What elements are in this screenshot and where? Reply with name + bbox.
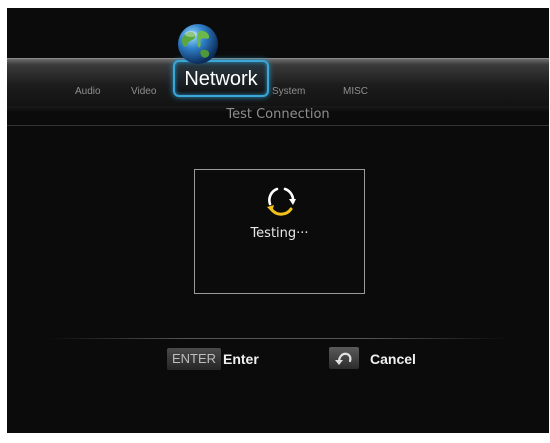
test-connection-dialog: Testing··· bbox=[194, 169, 365, 294]
tab-system[interactable]: System bbox=[272, 86, 305, 97]
tab-audio[interactable]: Audio bbox=[75, 86, 101, 97]
settings-screen: Audio Video Network System MISC Test Con… bbox=[7, 8, 549, 433]
footer-divider bbox=[47, 338, 507, 339]
return-arrow-icon bbox=[335, 352, 352, 365]
status-text: Testing··· bbox=[250, 226, 309, 241]
enter-action-label[interactable]: Enter bbox=[223, 351, 259, 367]
tab-bar bbox=[7, 58, 549, 107]
globe-icon bbox=[178, 24, 218, 64]
enter-key-badge: ENTER bbox=[167, 348, 222, 370]
tab-network-label: Network bbox=[184, 68, 258, 90]
header-divider bbox=[7, 125, 549, 126]
tab-misc[interactable]: MISC bbox=[343, 86, 368, 97]
cancel-action-label[interactable]: Cancel bbox=[370, 351, 416, 367]
page-subtitle: Test Connection bbox=[226, 107, 330, 122]
back-key-badge bbox=[329, 347, 359, 369]
refresh-spinner-icon bbox=[267, 187, 296, 216]
tab-video[interactable]: Video bbox=[131, 86, 156, 97]
